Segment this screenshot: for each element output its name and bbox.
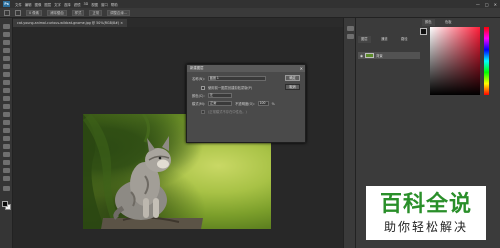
blur-tool-icon[interactable] — [3, 120, 10, 125]
selection-mode-icon[interactable] — [15, 9, 21, 16]
menu-item-image[interactable]: 图像 — [35, 2, 42, 7]
mode-row: 模式(M): 正常 不透明度(O): 100 % — [192, 101, 275, 106]
eye-icon[interactable]: ◉ — [360, 54, 363, 58]
document-tab-label: cat-young-animal-curious-wildcat-gnome.j… — [17, 21, 120, 25]
type-tool-icon[interactable] — [3, 144, 10, 149]
minimize-button[interactable]: — — [476, 2, 480, 7]
hue-slider[interactable] — [484, 27, 489, 95]
tab-layers[interactable]: 图层 — [358, 36, 371, 43]
ok-button[interactable]: 确定 — [285, 75, 300, 81]
menu-item-file[interactable]: 文件 — [15, 2, 22, 7]
brush-tool-icon[interactable] — [3, 80, 10, 85]
watermark-subtitle: 助你轻松解决 — [383, 219, 468, 234]
opacity-label: 不透明度(O): — [235, 102, 255, 106]
history-panel-icon[interactable] — [347, 26, 354, 31]
collapsed-panel-strip — [343, 18, 356, 248]
mode-select[interactable]: 正常 — [208, 101, 233, 106]
clip-mask-label: 使用前一图层创建剪贴蒙版(P) — [208, 86, 253, 90]
tab-swatches[interactable]: 色板 — [442, 19, 455, 26]
close-window-button[interactable]: ✕ — [494, 2, 497, 7]
menu-item-window[interactable]: 窗口 — [101, 2, 108, 7]
neutral-color-checkbox[interactable] — [201, 109, 205, 114]
layer-name-input[interactable]: 图层 1 — [207, 76, 266, 81]
eyedropper-tool-icon[interactable] — [3, 64, 10, 69]
style-value[interactable]: 正常 — [89, 9, 103, 16]
dodge-tool-icon[interactable] — [3, 128, 10, 133]
neutral-row: (正常模式不存在中性色。) — [201, 109, 247, 114]
tab-channels[interactable]: 通道 — [378, 36, 391, 43]
history-brush-tool-icon[interactable] — [3, 96, 10, 101]
window-controls: — □ ✕ — [476, 0, 497, 8]
menu-item-help[interactable]: 帮助 — [111, 2, 118, 7]
lasso-tool-icon[interactable] — [3, 40, 10, 45]
document-tab-bar: cat-young-animal-curious-wildcat-gnome.j… — [13, 18, 343, 27]
clone-stamp-tool-icon[interactable] — [3, 88, 10, 93]
feather-field[interactable]: 0 像素 — [26, 9, 43, 16]
new-layer-dialog: 新建图层 ✕ 名称(N): 图层 1 使用前一图层创建剪贴蒙版(P) 颜色(C)… — [186, 64, 306, 143]
menu-item-filter[interactable]: 滤镜 — [74, 2, 81, 7]
eraser-tool-icon[interactable] — [3, 104, 10, 109]
photoshop-logo: Ps — [3, 1, 10, 7]
menu-item-3d[interactable]: 3D — [83, 2, 88, 6]
neutral-color-label: (正常模式不存在中性色。) — [208, 110, 247, 114]
menu-item-edit[interactable]: 编辑 — [25, 2, 32, 7]
shape-tool-icon[interactable] — [3, 160, 10, 165]
tab-color[interactable]: 颜色 — [422, 19, 435, 26]
color-row: 颜色(C): 无 — [192, 93, 232, 98]
menu-item-view[interactable]: 视图 — [91, 2, 98, 7]
healing-brush-tool-icon[interactable] — [3, 72, 10, 77]
menu-item-select[interactable]: 选择 — [64, 2, 71, 7]
close-icon[interactable]: ✕ — [300, 65, 303, 72]
close-tab-icon[interactable]: × — [120, 21, 123, 25]
opacity-input[interactable]: 100 — [257, 101, 269, 106]
layer-name: 背景 — [376, 54, 383, 58]
site-watermark: 百科全说 助你轻松解决 — [366, 186, 486, 240]
marquee-tool-icon[interactable] — [3, 32, 10, 37]
opacity-unit: % — [271, 101, 275, 106]
color-label: 颜色(C): — [192, 94, 205, 98]
dialog-title-bar[interactable]: 新建图层 ✕ — [187, 65, 305, 72]
menu-item-type[interactable]: 文字 — [54, 2, 61, 7]
dialog-title: 新建图层 — [190, 66, 204, 70]
zoom-tool-icon[interactable] — [3, 176, 10, 181]
refine-edge-button[interactable]: 调整边缘... — [107, 9, 130, 16]
color-field[interactable] — [430, 27, 480, 95]
clip-row: 使用前一图层创建剪贴蒙版(P) — [201, 85, 252, 90]
panel-foreground-swatch[interactable] — [420, 28, 427, 35]
options-bar: 0 像素 消除锯齿 样式 正常 调整边缘... — [0, 8, 500, 18]
color-select[interactable]: 无 — [207, 93, 232, 98]
style-select[interactable]: 样式 — [71, 9, 85, 16]
crop-tool-icon[interactable] — [3, 56, 10, 61]
menu-item-layer[interactable]: 图层 — [44, 2, 51, 7]
foreground-color-swatch[interactable] — [2, 201, 8, 207]
more-tools-icon[interactable] — [3, 186, 10, 191]
layer-thumbnail — [365, 53, 375, 58]
menu-bar: Ps 文件 编辑 图像 图层 文字 选择 滤镜 3D 视图 窗口 帮助 — □ … — [0, 0, 500, 8]
name-label: 名称(N): — [192, 77, 205, 81]
tools-panel — [0, 18, 13, 248]
cancel-button[interactable]: 取消 — [285, 84, 300, 90]
tool-preset-icon[interactable] — [4, 9, 10, 16]
gradient-tool-icon[interactable] — [3, 112, 10, 117]
tab-paths[interactable]: 路径 — [398, 36, 411, 43]
watermark-title: 百科全说 — [379, 191, 472, 217]
layer-row[interactable]: ◉ 背景 — [358, 52, 420, 59]
pen-tool-icon[interactable] — [3, 136, 10, 141]
quick-select-tool-icon[interactable] — [3, 48, 10, 53]
mode-label: 模式(M): — [192, 102, 206, 106]
move-tool-icon[interactable] — [3, 24, 10, 29]
color-picker-panel — [430, 27, 490, 95]
document-tab[interactable]: cat-young-animal-curious-wildcat-gnome.j… — [13, 19, 127, 27]
photoshop-window: Ps 文件 编辑 图像 图层 文字 选择 滤镜 3D 视图 窗口 帮助 — □ … — [0, 0, 500, 248]
clip-mask-checkbox[interactable] — [201, 85, 205, 90]
path-select-tool-icon[interactable] — [3, 152, 10, 157]
name-row: 名称(N): 图层 1 — [192, 76, 266, 81]
hand-tool-icon[interactable] — [3, 168, 10, 173]
maximize-button[interactable]: □ — [485, 2, 489, 7]
anti-alias-checkbox[interactable]: 消除锯齿 — [47, 9, 67, 16]
properties-panel-icon[interactable] — [347, 34, 354, 39]
